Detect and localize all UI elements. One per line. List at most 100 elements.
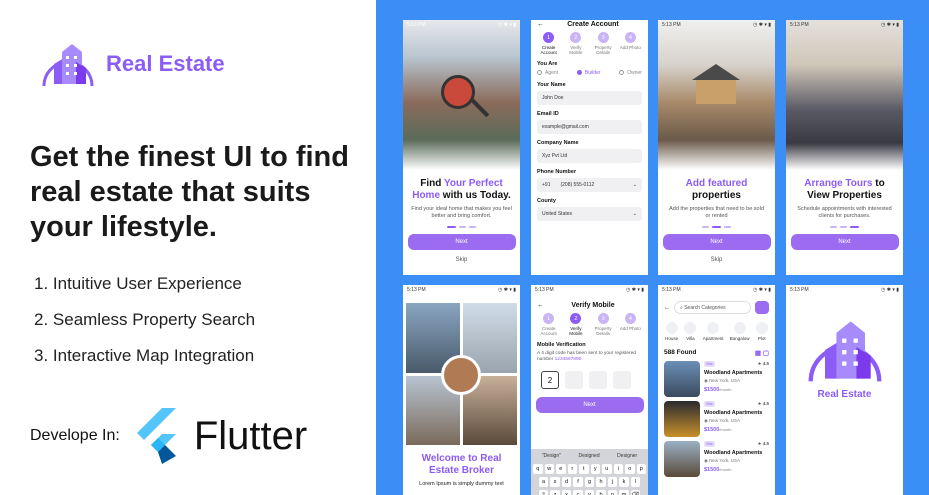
headline: Get the finest UI to find real estate th…	[30, 141, 349, 243]
welcome-title: Welcome to Real Estate Broker	[421, 453, 502, 476]
key[interactable]: w	[544, 464, 554, 474]
key[interactable]: y	[590, 464, 600, 474]
apartment-icon	[707, 322, 720, 334]
screens-showcase: 5:13 PM ◷ ✱ ▾ ▮ Find Your Perfect Home wit…	[376, 0, 929, 495]
back-icon[interactable]: ←	[537, 21, 544, 28]
otp-inputs: 2	[541, 371, 638, 389]
key[interactable]: q	[533, 464, 543, 474]
onboard-title: Find Your Perfect Home with us Today.	[412, 178, 511, 201]
page-indicator	[403, 226, 520, 228]
flutter-wordmark: Flutter	[193, 413, 308, 458]
otp-digit[interactable]: 2	[541, 371, 559, 389]
key[interactable]: t	[579, 464, 589, 474]
section-title: Mobile Verification	[537, 342, 586, 348]
category-row: House Villa Apartment Bungalow Plot	[662, 322, 771, 341]
onboard-subtitle: Add the properties that need to be sold …	[669, 206, 764, 219]
property-thumbnail	[664, 441, 700, 477]
radio-owner[interactable]: Owner	[619, 70, 642, 76]
phone-onboarding-featured: 5:13 PM ◷ ✱ ▾ ▮ Add featured properties Ad…	[658, 20, 775, 275]
next-button[interactable]: Next	[535, 397, 644, 413]
property-thumbnail	[664, 401, 700, 437]
welcome-body: Lorem Ipsum is simply dummy text	[419, 481, 504, 487]
houses-image: 5:13 PM ◷ ✱ ▾ ▮	[403, 20, 520, 170]
key[interactable]: s	[550, 477, 560, 487]
filter-button[interactable]	[755, 301, 769, 314]
stepper: 1 Create Account 2 Verify Mobile 3 Property…	[531, 310, 648, 336]
next-button[interactable]: Next	[662, 234, 771, 250]
key[interactable]: g	[584, 477, 595, 487]
radio-builder[interactable]: Builder	[576, 70, 600, 76]
company-field[interactable]: Xyz Pvt Ltd	[537, 149, 642, 163]
phone-label: Phone Number	[537, 169, 577, 175]
key[interactable]: p	[636, 464, 646, 474]
stepper: 1 Create Account 2 Verify Mobile 3 Property…	[531, 29, 648, 55]
email-field[interactable]: example@gmail.com	[537, 120, 642, 134]
screen-title: Create Account	[567, 21, 619, 28]
category-plot[interactable]: Plot	[755, 322, 768, 341]
chevron-down-icon: ⌄	[632, 211, 637, 217]
skip-link[interactable]: Skip	[658, 257, 775, 263]
property-card[interactable]: Villa ★ 4.5 Woodland Apartments ◉ New York,…	[664, 441, 769, 477]
phone-create-account: ← Create Account 1 Create Account 2 Verify …	[531, 20, 648, 275]
name-field[interactable]: John Doe	[537, 91, 642, 105]
key[interactable]: c	[573, 490, 583, 495]
flutter-logo-icon	[136, 408, 176, 464]
back-icon[interactable]: ←	[664, 305, 670, 311]
key[interactable]: v	[584, 490, 595, 495]
back-icon[interactable]: ←	[537, 302, 544, 309]
building-logo-icon	[42, 44, 94, 87]
key[interactable]: e	[556, 464, 566, 474]
onboard-subtitle: Find your ideal home that makes you feel…	[411, 206, 512, 219]
key[interactable]: b	[596, 490, 606, 495]
category-house[interactable]: House	[665, 322, 678, 341]
otp-digit[interactable]	[589, 371, 607, 389]
key[interactable]: d	[561, 477, 572, 487]
backspace-key[interactable]: ⌫	[630, 490, 641, 495]
grid-view-icon: ▦ ▢	[754, 350, 769, 357]
next-button[interactable]: Next	[407, 234, 516, 250]
property-card[interactable]: Villa ★ 4.5 Woodland Apartments ◉ New York,…	[664, 401, 769, 437]
country-label: County	[537, 198, 556, 204]
key[interactable]: j	[607, 477, 618, 487]
key[interactable]: f	[573, 477, 583, 487]
email-label: Email ID	[537, 111, 559, 117]
develop-in: Develope In: Flutter	[30, 408, 307, 464]
radio-agent[interactable]: Agent	[537, 70, 558, 76]
phone-onboarding-tours: 5:13 PM ◷ ✱ ▾ ▮ Arrange Tours to View Prop…	[786, 20, 903, 275]
company-label: Company Name	[537, 140, 579, 146]
house-icon	[665, 322, 678, 334]
category-apartment[interactable]: Apartment	[703, 322, 723, 341]
key[interactable]: x	[561, 490, 572, 495]
otp-digit[interactable]	[613, 371, 631, 389]
key[interactable]: o	[625, 464, 635, 474]
key[interactable]: h	[596, 477, 606, 487]
page-indicator	[658, 226, 775, 228]
onboard-subtitle: Schedule appointments with interested cl…	[797, 206, 892, 219]
next-button[interactable]: Next	[790, 234, 899, 250]
develop-label: Develope In:	[30, 427, 120, 444]
property-card[interactable]: Villa ★ 4.5 Woodland Apartments ◉ New York,…	[664, 361, 769, 397]
skip-link[interactable]: Skip	[403, 257, 520, 263]
key[interactable]: k	[619, 477, 629, 487]
key[interactable]: a	[538, 477, 549, 487]
building-logo-icon	[808, 321, 881, 382]
key[interactable]: z	[550, 490, 560, 495]
category-bungalow[interactable]: Bungalow	[730, 322, 750, 341]
phone-field[interactable]: +91 (208) 555-0112 ⌄	[537, 178, 642, 192]
verify-desc: A 4 digit code has been sent to your reg…	[537, 351, 636, 362]
key[interactable]: i	[613, 464, 623, 474]
country-select[interactable]: United States ⌄	[537, 207, 642, 221]
category-villa[interactable]: Villa	[684, 322, 697, 341]
key[interactable]: m	[619, 490, 629, 495]
key[interactable]: u	[602, 464, 612, 474]
feature-list: 1. Intuitive User Experience 2. Seamless…	[34, 266, 255, 374]
key[interactable]: n	[607, 490, 618, 495]
search-input[interactable]: ⌕ Search Categories	[674, 301, 751, 314]
key[interactable]: l	[630, 477, 641, 487]
shift-key[interactable]: ⇧	[538, 490, 549, 495]
phone-verify-mobile: 5:13 PM ◷ ✱ ▾ ▮ ← Verify Mobile 1 Create Ac…	[531, 285, 648, 495]
brand-name: Real Estate	[106, 51, 225, 76]
key[interactable]: r	[567, 464, 577, 474]
otp-digit[interactable]	[565, 371, 583, 389]
splash-brand-name: Real Estate	[817, 389, 872, 400]
